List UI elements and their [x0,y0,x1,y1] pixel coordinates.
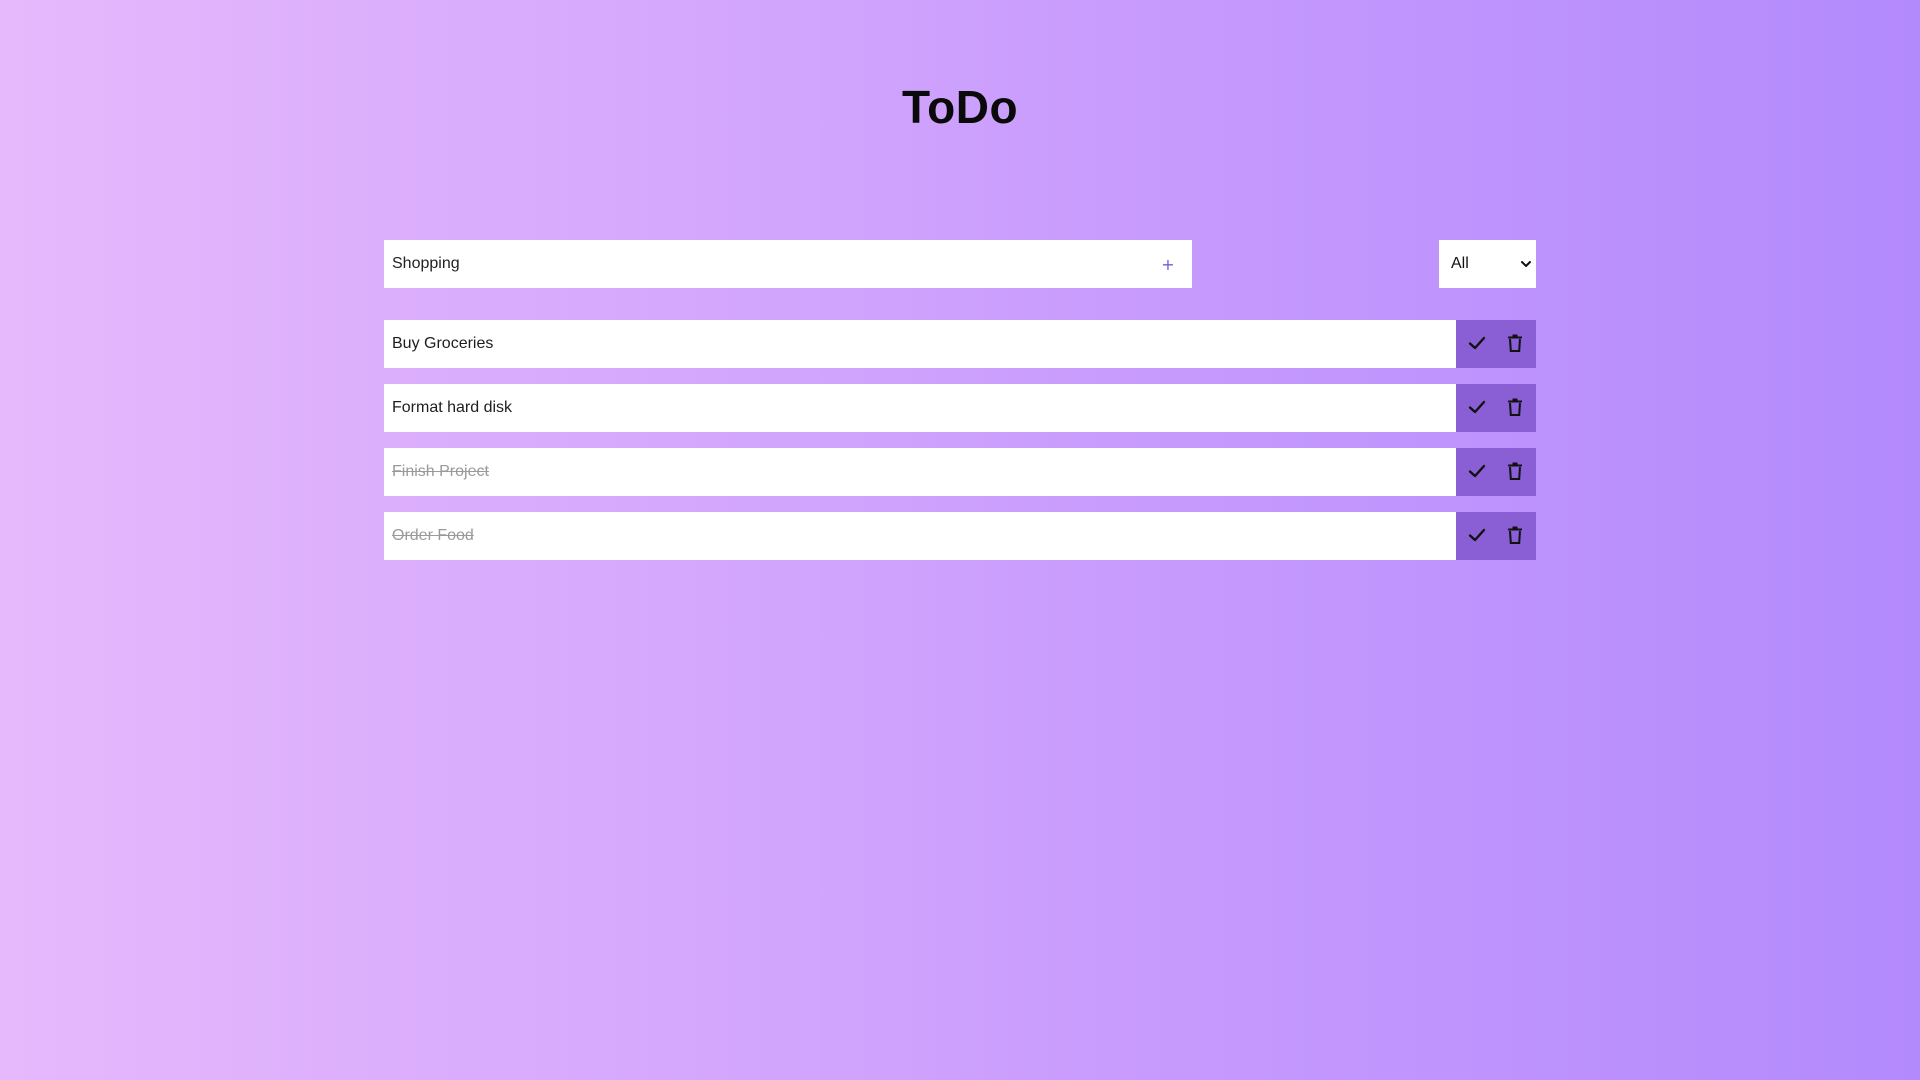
delete-button[interactable] [1499,456,1531,488]
delete-button[interactable] [1499,328,1531,360]
todo-item: Format hard disk [384,384,1536,432]
trash-icon [1505,525,1525,548]
plus-icon: + [1161,254,1175,274]
add-todo-button[interactable]: + [1144,240,1192,288]
delete-button[interactable] [1499,392,1531,424]
todo-text: Order Food [384,512,1456,560]
todo-item: Order Food [384,512,1536,560]
todo-item: Buy Groceries [384,320,1536,368]
todo-text: Format hard disk [384,384,1456,432]
complete-button[interactable] [1461,392,1493,424]
filter-selected-value: All [1451,255,1469,272]
check-icon [1467,333,1487,356]
trash-icon [1505,461,1525,484]
trash-icon [1505,333,1525,356]
todo-text: Buy Groceries [384,320,1456,368]
complete-button[interactable] [1461,328,1493,360]
todo-input[interactable] [384,240,1144,288]
todo-item: Finish Project [384,448,1536,496]
chevron-down-icon [1520,258,1532,270]
add-todo-form: + [384,240,1192,288]
check-icon [1467,525,1487,548]
todo-actions [1456,320,1536,368]
delete-button[interactable] [1499,520,1531,552]
check-icon [1467,461,1487,484]
todo-text: Finish Project [384,448,1456,496]
todo-list: Buy Groceries Format hard disk Finish Pr… [384,320,1536,576]
complete-button[interactable] [1461,456,1493,488]
filter-select[interactable]: All [1439,240,1536,288]
page-title: ToDo [901,81,1019,133]
todo-actions [1456,384,1536,432]
todo-actions [1456,512,1536,560]
trash-icon [1505,397,1525,420]
todo-actions [1456,448,1536,496]
complete-button[interactable] [1461,520,1493,552]
check-icon [1467,397,1487,420]
